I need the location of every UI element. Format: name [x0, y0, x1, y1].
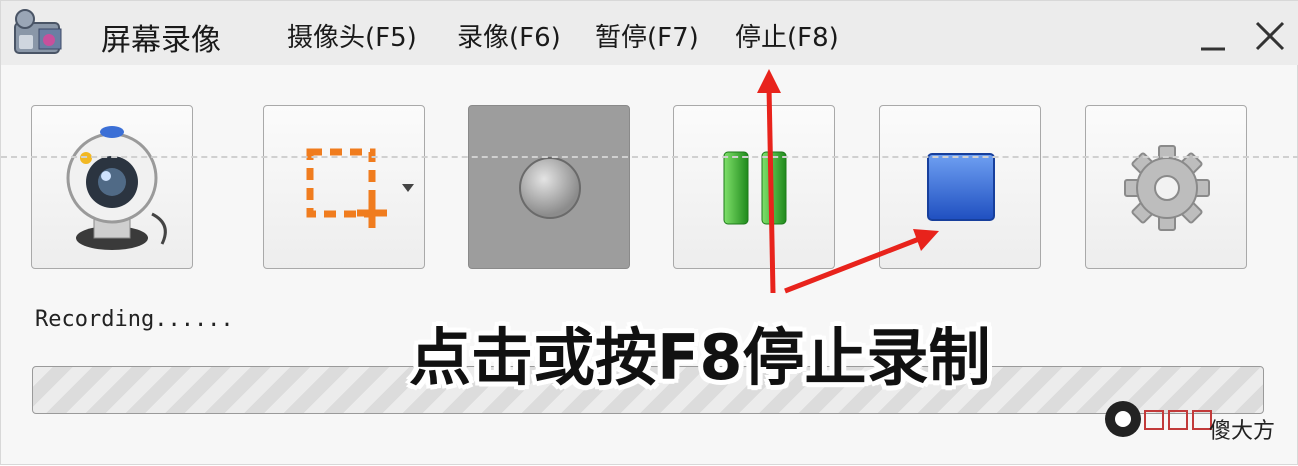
recorder-window: 屏幕录像 摄像头(F5) 录像(F6) 暂停(F7) 停止(F8) Record… — [0, 0, 1298, 465]
annotation-text: 点击或按F8停止录制 — [409, 321, 991, 394]
watermark-text: 傻大方 — [1209, 419, 1276, 444]
